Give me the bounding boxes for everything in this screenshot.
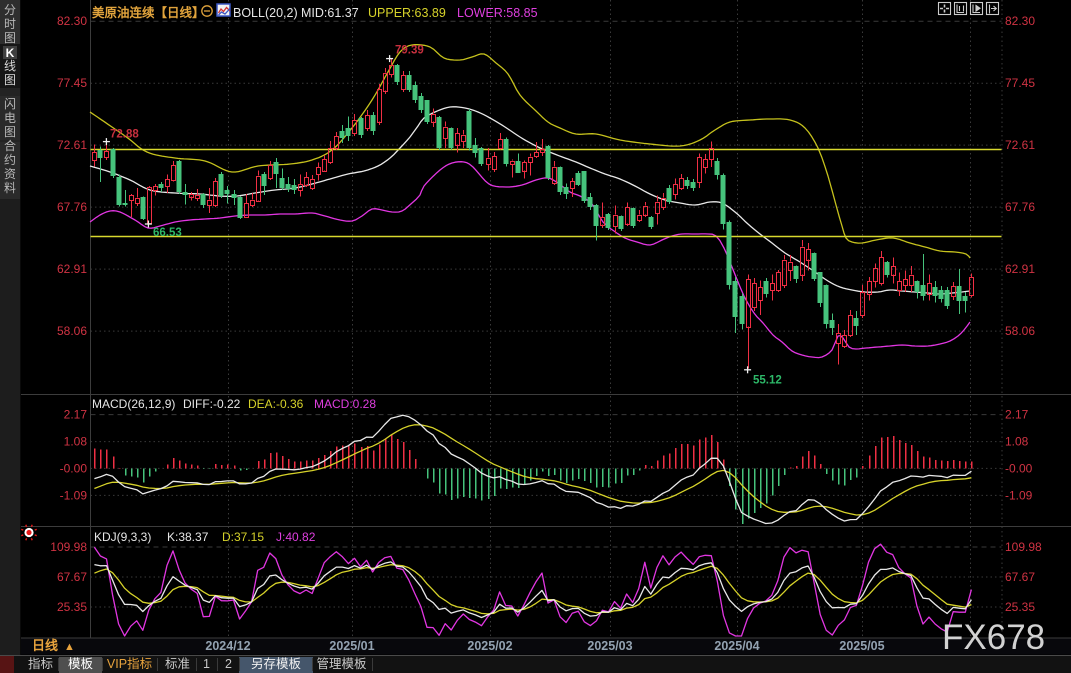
svg-text:55.12: 55.12: [753, 375, 782, 387]
svg-text:-0.00: -0.00: [60, 461, 88, 475]
svg-text:58.06: 58.06: [1005, 324, 1035, 338]
svg-text:-1.09: -1.09: [1005, 488, 1033, 502]
svg-text:66.53: 66.53: [153, 227, 182, 239]
svg-text:LOWER:58.85: LOWER:58.85: [457, 6, 538, 20]
svg-text:图: 图: [4, 125, 16, 139]
svg-text:J:40.82: J:40.82: [276, 530, 316, 544]
svg-text:2.17: 2.17: [64, 408, 88, 422]
svg-text:D:37.15: D:37.15: [222, 530, 264, 544]
svg-text:2024/12: 2024/12: [205, 639, 250, 653]
svg-text:BOLL(20,2): BOLL(20,2): [233, 6, 298, 20]
svg-text:67.76: 67.76: [57, 200, 87, 214]
svg-text:图: 图: [4, 73, 16, 87]
svg-text:MACD(26,12,9): MACD(26,12,9): [92, 397, 175, 411]
svg-text:67.67: 67.67: [57, 570, 87, 584]
svg-text:67.67: 67.67: [1005, 570, 1035, 584]
svg-text:料: 料: [4, 181, 16, 195]
svg-text:1.08: 1.08: [1005, 435, 1029, 449]
svg-text:58.06: 58.06: [57, 324, 87, 338]
svg-text:▲: ▲: [64, 641, 75, 653]
svg-text:82.30: 82.30: [57, 14, 87, 28]
svg-text:1.08: 1.08: [64, 435, 88, 449]
svg-text:MACD:0.28: MACD:0.28: [314, 397, 376, 411]
svg-text:DEA:-0.36: DEA:-0.36: [248, 397, 304, 411]
svg-text:2025/02: 2025/02: [467, 639, 512, 653]
svg-text:25.35: 25.35: [57, 600, 87, 614]
svg-text:2025/05: 2025/05: [839, 639, 884, 653]
svg-text:标准: 标准: [165, 657, 190, 671]
svg-text:KDJ(9,3,3): KDJ(9,3,3): [94, 530, 151, 544]
svg-text:109.98: 109.98: [1005, 540, 1042, 554]
svg-text:77.45: 77.45: [57, 76, 87, 90]
svg-text:MID:61.37: MID:61.37: [301, 6, 359, 20]
svg-text:管理模板: 管理模板: [316, 656, 367, 671]
svg-text:UPPER:63.89: UPPER:63.89: [368, 6, 446, 20]
svg-text:-0.00: -0.00: [1005, 461, 1033, 475]
svg-text:日线: 日线: [32, 638, 58, 653]
svg-text:77.45: 77.45: [1005, 76, 1035, 90]
svg-text:2: 2: [225, 657, 232, 671]
svg-text:FX678: FX678: [942, 618, 1045, 657]
svg-text:合: 合: [4, 138, 16, 153]
svg-text:图: 图: [4, 31, 16, 45]
svg-text:K: K: [6, 46, 15, 60]
svg-text:资: 资: [4, 167, 16, 181]
svg-text:25.35: 25.35: [1005, 600, 1035, 614]
svg-text:K:38.37: K:38.37: [167, 530, 209, 544]
svg-text:2.17: 2.17: [1005, 408, 1029, 422]
svg-text:82.30: 82.30: [1005, 14, 1035, 28]
svg-text:另存模板: 另存模板: [251, 657, 302, 671]
svg-text:美原油连续【日线】: 美原油连续【日线】: [92, 5, 205, 20]
svg-text:2025/01: 2025/01: [329, 639, 374, 653]
svg-text:-1.09: -1.09: [60, 488, 88, 502]
svg-text:62.91: 62.91: [1005, 262, 1035, 276]
svg-text:72.88: 72.88: [110, 129, 139, 141]
svg-text:79.39: 79.39: [395, 45, 424, 57]
svg-text:67.76: 67.76: [1005, 200, 1035, 214]
svg-text:线: 线: [4, 59, 16, 73]
svg-text:电: 电: [4, 111, 16, 125]
svg-text:指标: 指标: [28, 656, 53, 671]
svg-text:VIP指标: VIP指标: [107, 656, 152, 671]
svg-text:109.98: 109.98: [50, 540, 87, 554]
svg-text:72.61: 72.61: [1005, 138, 1035, 152]
svg-text:2025/03: 2025/03: [587, 639, 632, 653]
svg-text:闪: 闪: [4, 97, 16, 111]
svg-text:72.61: 72.61: [57, 138, 87, 152]
svg-text:2025/04: 2025/04: [714, 639, 759, 653]
svg-text:约: 约: [4, 152, 16, 167]
svg-text:分: 分: [4, 3, 16, 17]
svg-text:1: 1: [203, 657, 210, 671]
svg-text:模板: 模板: [68, 657, 94, 671]
svg-text:DIFF:-0.22: DIFF:-0.22: [183, 397, 241, 411]
svg-text:62.91: 62.91: [57, 262, 87, 276]
svg-text:时: 时: [4, 17, 16, 31]
